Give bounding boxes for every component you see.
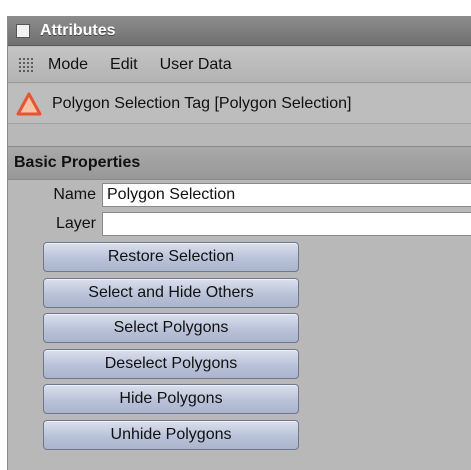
select-and-hide-others-button[interactable]: Select and Hide Others bbox=[43, 278, 299, 308]
name-label: Name bbox=[53, 186, 96, 203]
restore-selection-button[interactable]: Restore Selection bbox=[43, 242, 299, 272]
grip-icon[interactable] bbox=[18, 56, 34, 73]
panel-close-box[interactable] bbox=[16, 23, 30, 38]
section-title: Basic Properties bbox=[14, 154, 141, 171]
layer-label: Layer bbox=[55, 215, 96, 232]
name-field[interactable] bbox=[102, 183, 471, 207]
window-title: Attributes bbox=[40, 21, 116, 39]
name-row: Name bbox=[8, 182, 471, 208]
deselect-polygons-button[interactable]: Deselect Polygons bbox=[43, 349, 299, 379]
menu-mode[interactable]: Mode bbox=[48, 56, 88, 74]
attributes-panel: Attributes Mode Edit User Data Polygon S… bbox=[7, 16, 471, 470]
layer-row: Layer bbox=[8, 211, 471, 237]
menu-edit[interactable]: Edit bbox=[110, 56, 138, 74]
polygon-selection-tag-icon bbox=[16, 92, 42, 115]
unhide-polygons-button[interactable]: Unhide Polygons bbox=[43, 420, 299, 450]
menu-user-data[interactable]: User Data bbox=[160, 56, 232, 74]
layer-field[interactable] bbox=[102, 212, 471, 236]
title-bar[interactable]: Attributes bbox=[8, 16, 471, 46]
select-polygons-button[interactable]: Select Polygons bbox=[43, 313, 299, 343]
object-header: Polygon Selection Tag [Polygon Selection… bbox=[8, 84, 471, 124]
hide-polygons-button[interactable]: Hide Polygons bbox=[43, 384, 299, 414]
menu-bar: Mode Edit User Data bbox=[8, 47, 471, 83]
object-title: Polygon Selection Tag [Polygon Selection… bbox=[52, 94, 352, 112]
section-header[interactable]: Basic Properties bbox=[8, 146, 471, 180]
